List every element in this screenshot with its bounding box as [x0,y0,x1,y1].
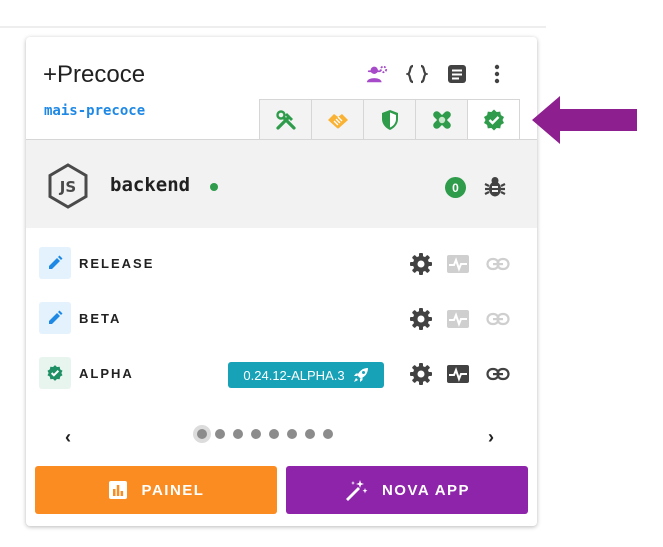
app-name[interactable]: backend [110,174,190,196]
painel-label: PAINEL [141,481,205,499]
page-dot[interactable] [287,429,297,439]
env-row-alpha: ALPHA 0.24.12-ALPHA.3 [26,354,537,394]
settings-icon[interactable] [408,306,434,332]
svg-text:JS: JS [59,178,76,196]
page-dot[interactable] [269,429,279,439]
verified-icon [483,109,504,130]
app-card: +Precoce mais-precoce JS backend 0 RELEA… [26,37,537,526]
online-status-dot [210,183,218,191]
settings-icon[interactable] [408,361,434,387]
version-chip[interactable]: 0.24.12-ALPHA.3 [228,362,384,388]
chevron-right-icon[interactable]: › [488,427,494,448]
arrow-pointer-icon [532,96,637,144]
issue-count-badge: 0 [445,177,466,198]
link-icon[interactable] [485,306,511,332]
pencil-icon [49,255,63,269]
chart-icon [108,481,127,499]
env-avatar [39,247,71,279]
project-slug[interactable]: mais-precoce [44,103,145,119]
status-tabs [259,99,520,139]
tab-handshake[interactable] [311,99,364,139]
page-dot[interactable] [197,429,207,439]
bug-icon[interactable] [483,175,507,204]
code-braces-icon[interactable] [406,63,428,85]
tools-icon [275,109,296,130]
monitor-icon[interactable] [445,361,471,387]
env-label: BETA [79,311,122,326]
env-label: ALPHA [79,366,134,381]
settings-icon[interactable] [408,251,434,277]
project-title: +Precoce [43,61,146,88]
more-vert-icon[interactable] [486,63,508,85]
rocket-icon [353,368,368,382]
header-actions [366,63,508,85]
page-dot[interactable] [323,429,333,439]
tab-shield[interactable] [363,99,416,139]
chevron-left-icon[interactable]: ‹ [65,427,71,448]
page-dot[interactable] [251,429,261,439]
monitor-icon[interactable] [445,306,471,332]
nodejs-icon: JS [44,162,92,215]
monitor-icon[interactable] [445,251,471,277]
tab-bandage[interactable] [415,99,468,139]
pencil-icon [49,310,63,324]
verified-icon [47,365,63,381]
env-label: RELEASE [79,256,155,271]
env-row-release: RELEASE [26,244,537,284]
handshake-icon [327,113,348,128]
bandage-icon [432,110,451,129]
link-icon[interactable] [485,251,511,277]
env-row-beta: BETA [26,299,537,339]
version-label: 0.24.12-ALPHA.3 [243,367,345,383]
link-icon[interactable] [485,361,511,387]
document-icon[interactable] [446,63,468,85]
env-avatar [39,302,71,334]
shield-icon [381,109,398,130]
page-dots [197,429,333,439]
env-avatar [39,357,71,389]
top-divider [0,26,546,28]
page-dot[interactable] [215,429,225,439]
tab-tools[interactable] [259,99,312,139]
page-dot[interactable] [305,429,315,439]
magic-wand-icon [345,480,368,501]
painel-button[interactable]: PAINEL [35,466,277,514]
app-header: JS backend 0 [26,139,537,228]
tab-verified[interactable] [467,99,520,139]
nova-app-button[interactable]: NOVA APP [286,466,528,514]
page-dot[interactable] [233,429,243,439]
users-gear-icon[interactable] [366,63,388,85]
nova-app-label: NOVA APP [381,481,471,499]
carousel-pager: ‹ › [26,424,537,450]
